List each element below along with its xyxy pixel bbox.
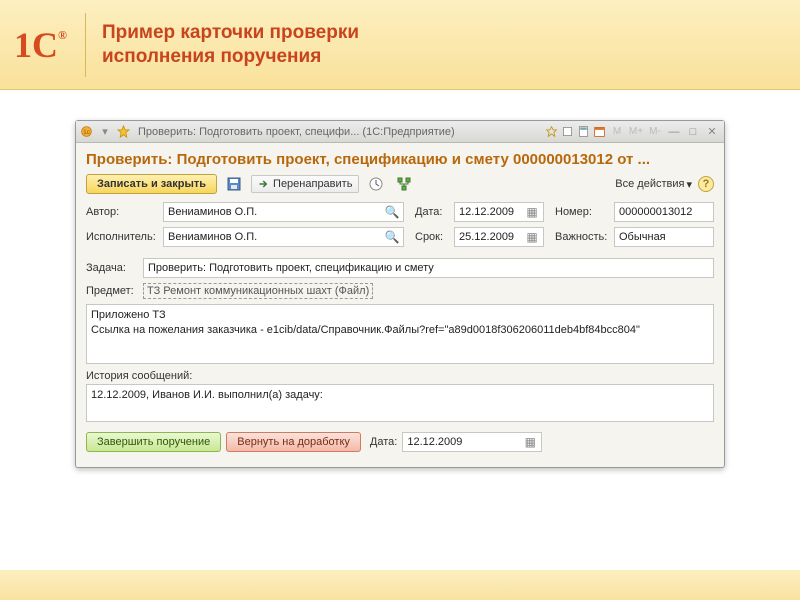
calendar-picker-icon[interactable]: ▦	[524, 204, 540, 220]
all-actions-menu[interactable]: Все действия ▾	[615, 178, 692, 191]
minimize-icon[interactable]: —	[666, 124, 682, 140]
importance-field[interactable]: Обычная	[614, 227, 714, 247]
tree-icon[interactable]	[393, 174, 415, 194]
author-field[interactable]: Вениаминов О.П. 🔍	[163, 202, 404, 222]
maximize-icon[interactable]: □	[685, 124, 701, 140]
close-icon[interactable]: ✕	[704, 124, 720, 140]
favorite-add-icon[interactable]	[545, 125, 558, 138]
svg-text:1c: 1c	[83, 129, 91, 136]
subject-link[interactable]: ТЗ Ремонт коммуникационных шахт (Файл)	[143, 283, 373, 299]
due-field[interactable]: 25.12.2009 ▦	[454, 227, 544, 247]
calendar-picker-icon[interactable]: ▦	[524, 229, 540, 245]
calendar-icon[interactable]	[593, 125, 606, 138]
star-icon[interactable]	[117, 125, 130, 138]
save-icon[interactable]	[223, 174, 245, 194]
date-label: Дата:	[415, 206, 449, 218]
subject-label: Предмет:	[86, 285, 138, 297]
number-field[interactable]: 000000013012	[614, 202, 714, 222]
m-icon[interactable]: M	[609, 124, 625, 140]
number-label: Номер:	[555, 206, 609, 218]
footer-date-label: Дата:	[370, 436, 397, 448]
lookup-icon[interactable]: 🔍	[384, 204, 400, 220]
calculator-icon[interactable]	[577, 125, 590, 138]
page-header: 1С® Пример карточки проверки исполнения …	[0, 0, 800, 90]
workspace: 1c ▾ Проверить: Подготовить проект, спец…	[0, 90, 800, 478]
importance-label: Важность:	[555, 231, 609, 243]
save-close-button[interactable]: Записать и закрыть	[86, 174, 217, 194]
logo-block: 1С® Пример карточки проверки исполнения …	[14, 0, 359, 89]
app-window: 1c ▾ Проверить: Подготовить проект, спец…	[75, 120, 725, 468]
executor-label: Исполнитель:	[86, 231, 158, 243]
window-title: Проверить: Подготовить проект, специфи..…	[138, 126, 455, 138]
logo-1c: 1С®	[14, 24, 67, 66]
app-icon: 1c	[80, 125, 93, 138]
task-field[interactable]: Проверить: Подготовить проект, специфика…	[143, 258, 714, 278]
titlebar: 1c ▾ Проверить: Подготовить проект, спец…	[76, 121, 724, 143]
lookup-icon[interactable]: 🔍	[384, 229, 400, 245]
history-text[interactable]: 12.12.2009, Иванов И.И. выполнил(а) зада…	[86, 384, 714, 422]
return-button[interactable]: Вернуть на доработку	[226, 432, 361, 452]
history-label: История сообщений:	[86, 370, 714, 382]
forward-button[interactable]: Перенаправить	[251, 175, 359, 193]
task-label: Задача:	[86, 262, 138, 274]
m-minus-icon[interactable]: M-	[647, 124, 663, 140]
calendar-picker-icon[interactable]: ▦	[522, 434, 538, 450]
m-plus-icon[interactable]: M+	[628, 124, 644, 140]
footer-date-field[interactable]: 12.12.2009 ▦	[402, 432, 542, 452]
clock-icon[interactable]	[365, 174, 387, 194]
attachment-text[interactable]: Приложено ТЗ Ссылка на пожелания заказчи…	[86, 304, 714, 364]
dropdown-icon[interactable]: ▾	[97, 124, 113, 140]
due-label: Срок:	[415, 231, 449, 243]
date-field[interactable]: 12.12.2009 ▦	[454, 202, 544, 222]
history-icon[interactable]	[561, 125, 574, 138]
chevron-down-icon: ▾	[686, 178, 692, 191]
footer-stripe	[0, 570, 800, 600]
complete-button[interactable]: Завершить поручение	[86, 432, 221, 452]
page-title: Пример карточки проверки исполнения пору…	[102, 21, 359, 69]
header-divider	[85, 13, 86, 77]
card-title: Проверить: Подготовить проект, специфика…	[86, 151, 714, 168]
toolbar: Записать и закрыть Перенаправить Все дей…	[86, 174, 714, 194]
author-label: Автор:	[86, 206, 158, 218]
executor-field[interactable]: Вениаминов О.П. 🔍	[163, 227, 404, 247]
help-icon[interactable]: ?	[698, 176, 714, 192]
